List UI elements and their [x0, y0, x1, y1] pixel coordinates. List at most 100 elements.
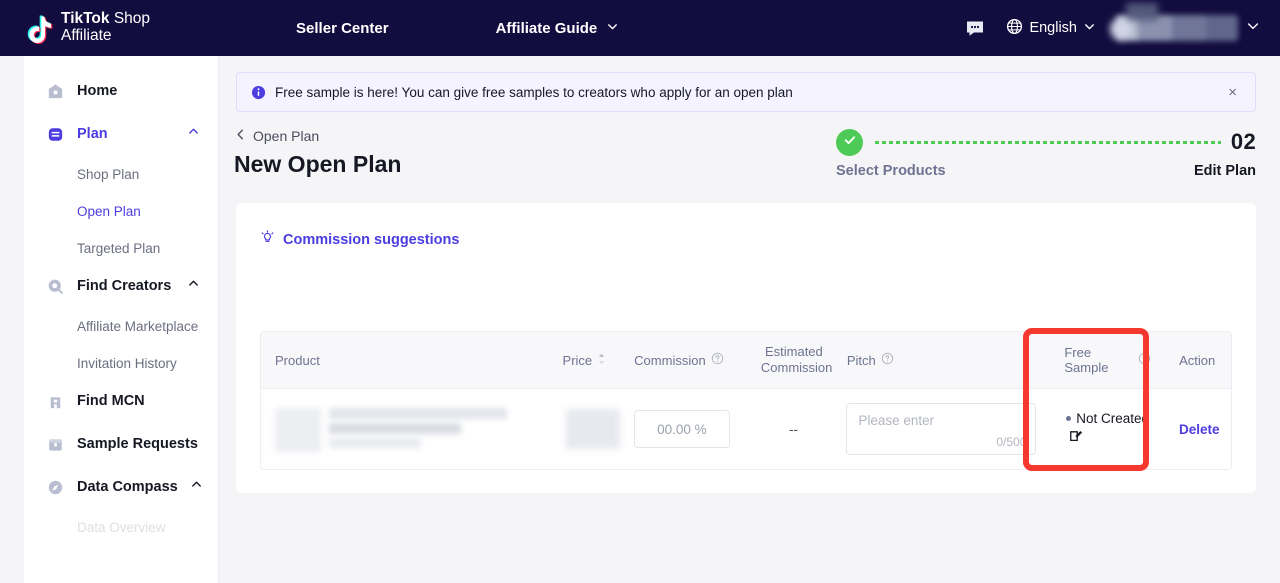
sidebar-subitem-affiliate-marketplace-label: Affiliate Marketplace — [77, 319, 198, 334]
spacer — [24, 502, 218, 515]
avatar — [1110, 18, 1132, 40]
price-value-redacted — [566, 409, 620, 449]
product-thumbnail — [275, 408, 321, 452]
sidebar-subitem-targeted-plan[interactable]: Targeted Plan — [77, 236, 218, 260]
step-2-label: Edit Plan — [1194, 163, 1256, 179]
pitch-textarea[interactable]: Please enter 0/500 — [846, 403, 1036, 455]
sidebar-item-find-creators[interactable]: Find Creators — [46, 271, 218, 301]
product-meta-redacted — [329, 423, 461, 434]
sidebar-item-find-mcn-label: Find MCN — [77, 393, 145, 409]
user-name-redacted — [1116, 15, 1238, 41]
sidebar-item-plan-label: Plan — [77, 126, 108, 142]
cell-commission: 00.00 % — [620, 410, 755, 448]
spacer — [24, 149, 218, 162]
logo-shop-word: Shop — [110, 10, 151, 27]
sidebar-item-data-compass[interactable]: Data Compass — [46, 472, 218, 502]
chevron-left-icon — [234, 128, 247, 144]
chevron-up-icon — [187, 277, 200, 295]
column-header-product-label: Product — [275, 353, 320, 368]
chevron-down-icon — [606, 20, 619, 37]
spacer — [24, 375, 218, 386]
nav-seller-center-label: Seller Center — [296, 20, 389, 37]
page-header: Open Plan New Open Plan 02 Select Produc… — [234, 128, 1264, 190]
commission-input[interactable]: 00.00 % — [634, 410, 730, 448]
commission-suggestions-link[interactable]: Commission suggestions — [260, 230, 459, 249]
nav-affiliate-guide[interactable]: Affiliate Guide — [496, 20, 620, 37]
home-icon — [46, 82, 65, 101]
column-header-price-label: Price — [563, 353, 593, 368]
chevron-down-icon — [1083, 20, 1096, 37]
plan-icon — [46, 125, 65, 144]
commission-suggestions-label: Commission suggestions — [283, 232, 459, 248]
language-label: English — [1029, 20, 1077, 36]
plan-edit-card: Commission suggestions Product Price Com… — [236, 203, 1256, 493]
search-creators-icon — [46, 277, 65, 296]
spacer — [24, 186, 218, 199]
globe-icon — [1006, 18, 1023, 39]
sidebar-subitem-targeted-plan-label: Targeted Plan — [77, 241, 160, 256]
sidebar-item-sample-requests[interactable]: Sample Requests — [46, 429, 218, 459]
sidebar-item-home-label: Home — [77, 83, 117, 99]
edit-square-icon[interactable] — [1069, 429, 1083, 448]
sidebar-item-home[interactable]: Home — [46, 76, 218, 106]
nav-affiliate-guide-label: Affiliate Guide — [496, 20, 598, 37]
user-account-menu[interactable] — [1116, 8, 1262, 48]
step-1-indicator[interactable] — [836, 129, 863, 156]
cell-product[interactable] — [261, 406, 545, 452]
language-selector[interactable]: English — [1006, 18, 1096, 39]
delete-row-button[interactable]: Delete — [1179, 422, 1220, 437]
column-header-free-sample: Free Sample — [1050, 345, 1165, 375]
spacer — [24, 338, 218, 351]
breadcrumb[interactable]: Open Plan — [234, 128, 319, 144]
sidebar-subitem-shop-plan[interactable]: Shop Plan — [77, 162, 218, 186]
free-sample-edit-row — [1069, 429, 1147, 448]
column-header-pitch-label: Pitch — [847, 353, 876, 368]
spacer — [24, 260, 218, 271]
building-icon — [46, 392, 65, 411]
free-sample-banner-text: Free sample is here! You can give free s… — [275, 85, 793, 100]
sidebar-item-plan[interactable]: Plan — [46, 119, 218, 149]
free-sample-banner: Free sample is here! You can give free s… — [236, 72, 1256, 112]
chevron-down-icon — [1246, 19, 1260, 38]
column-header-free-sample-label: Free Sample — [1064, 345, 1133, 375]
cell-pitch: Please enter 0/500 — [832, 403, 1050, 455]
sort-icon[interactable] — [597, 352, 606, 369]
product-info-redacted — [275, 406, 527, 452]
sidebar-subitem-shop-plan-label: Shop Plan — [77, 167, 139, 182]
stepper-connector — [875, 141, 1221, 144]
spacer — [24, 301, 218, 314]
help-icon[interactable] — [1138, 352, 1151, 368]
sidebar-subitem-invitation-history[interactable]: Invitation History — [77, 351, 218, 375]
status-bullet-icon — [1066, 416, 1071, 421]
product-name-redacted — [329, 408, 507, 419]
brand-logo-text: TikTok Shop Affiliate — [61, 11, 150, 44]
chevron-up-icon — [187, 125, 200, 143]
column-header-commission: Commission — [620, 352, 755, 368]
sidebar-item-find-creators-label: Find Creators — [77, 278, 171, 294]
chevron-up-icon — [190, 478, 203, 496]
column-header-price[interactable]: Price — [545, 352, 620, 369]
stepper-markers: 02 — [836, 128, 1256, 156]
help-icon[interactable] — [881, 352, 894, 368]
cell-action: Delete — [1165, 422, 1231, 437]
column-header-pitch: Pitch — [833, 352, 1050, 368]
column-header-action-label: Action — [1179, 353, 1215, 368]
info-icon — [251, 85, 266, 100]
chat-bubble-icon[interactable] — [964, 17, 986, 39]
table-header-row: Product Price Commission — [261, 332, 1231, 389]
close-icon[interactable]: × — [1224, 81, 1241, 104]
sidebar: Home Plan Shop Plan Open Plan Targeted P… — [24, 56, 219, 583]
column-header-commission-label: Commission — [634, 353, 706, 368]
sidebar-item-find-mcn[interactable]: Find MCN — [46, 386, 218, 416]
sidebar-subitem-open-plan[interactable]: Open Plan — [77, 199, 218, 223]
sidebar-subitem-invitation-history-label: Invitation History — [77, 356, 177, 371]
sidebar-subitem-data-overview[interactable]: Data Overview — [77, 515, 218, 539]
nav-seller-center[interactable]: Seller Center — [296, 20, 389, 37]
help-icon[interactable] — [711, 352, 724, 368]
sidebar-subitem-affiliate-marketplace[interactable]: Affiliate Marketplace — [77, 314, 218, 338]
cell-price — [545, 409, 620, 449]
sidebar-item-data-compass-label: Data Compass — [77, 479, 178, 495]
brand-logo[interactable]: TikTok Shop Affiliate — [24, 11, 150, 44]
compass-icon — [46, 478, 65, 497]
pitch-placeholder: Please enter — [858, 413, 934, 428]
